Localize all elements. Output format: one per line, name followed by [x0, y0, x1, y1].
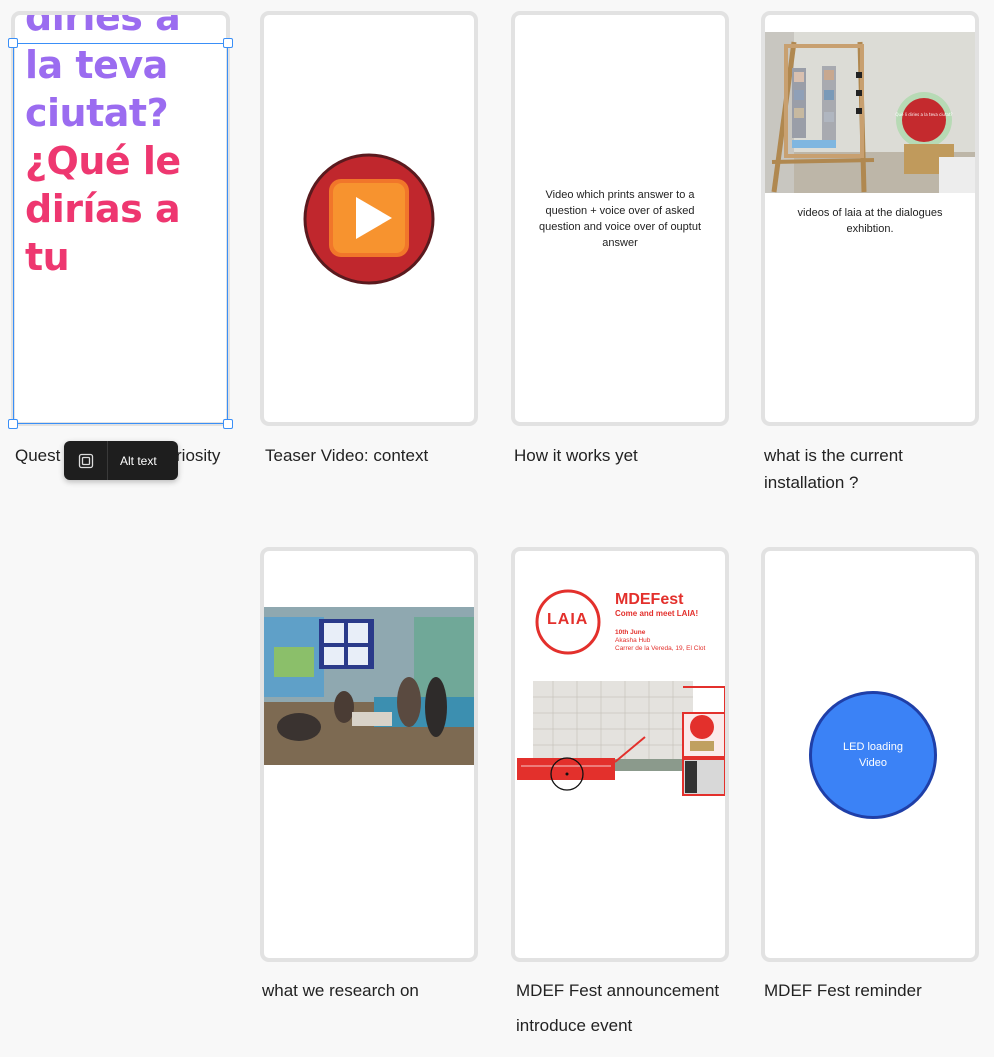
- alt-text-button[interactable]: Alt text: [108, 454, 157, 468]
- card-caption: Teaser Video: context: [265, 446, 429, 465]
- card-body-text: Video which prints answer to a question …: [538, 189, 702, 249]
- laia-logo-text: LAIA: [547, 611, 589, 628]
- event-address: Carrer de la Vereda, 19, El Clot: [615, 645, 706, 652]
- card-teaser-video[interactable]: [260, 11, 478, 426]
- poster-line: dirías a: [25, 187, 181, 231]
- resize-handle-top-left[interactable]: [8, 38, 18, 48]
- poster-line: diries a: [25, 11, 181, 39]
- resize-handle-bottom-right[interactable]: [223, 419, 233, 429]
- event-subtitle: Come and meet LAIA!: [615, 609, 699, 618]
- event-date: 10th June: [615, 629, 646, 636]
- card-how-it-works[interactable]: Video which prints answer to a question …: [511, 11, 729, 426]
- poster-text: diries a la teva ciutat? ¿Qué le dirías …: [25, 11, 225, 281]
- card-caption: Quest: [15, 446, 61, 465]
- play-button-icon: [303, 153, 435, 285]
- floating-toolbar: Alt text: [64, 441, 178, 480]
- card-caption: MDEF Fest reminder: [764, 981, 922, 1000]
- poster-line: ciutat?: [25, 91, 169, 135]
- card-body-text: videos of laia at the dialogues exhibtio…: [797, 207, 943, 235]
- card-caption: MDEF Fest announcement: [516, 981, 720, 1000]
- card-caption: installation ?: [764, 473, 859, 492]
- card-caption: How it works yet: [514, 446, 638, 465]
- resize-handle-bottom-left[interactable]: [8, 419, 18, 429]
- frame-icon-button[interactable]: [64, 441, 108, 480]
- resize-handle-top-right[interactable]: [223, 38, 233, 48]
- led-loading-circle: LED loading Video: [809, 691, 937, 819]
- card-caption: introduce event: [516, 1016, 633, 1035]
- card-caption: what is the current: [764, 446, 903, 465]
- research-photo: [264, 607, 474, 765]
- card-mdef-announcement[interactable]: LAIA MDEFest Come and meet LAIA! 10th Ju…: [511, 547, 729, 962]
- card-caption: what we research on: [262, 981, 419, 1000]
- poster-line: tu: [25, 235, 70, 279]
- card-mdef-reminder[interactable]: LED loading Video: [761, 547, 979, 962]
- card-caption: riosity: [176, 446, 221, 465]
- event-map: [517, 681, 725, 796]
- sign-text: Què li diries a la teva ciutat?: [895, 112, 952, 117]
- card-research[interactable]: [260, 547, 478, 962]
- event-title: MDEFest: [615, 591, 684, 608]
- card-current-installation[interactable]: Què li diries a la teva ciutat? videos o…: [761, 11, 979, 426]
- event-venue: Akasha Hub: [615, 637, 651, 644]
- circle-text: LED loading Video: [843, 741, 903, 769]
- card-questions-curiosity[interactable]: diries a la teva ciutat? ¿Qué le dirías …: [11, 11, 230, 426]
- installation-photo: Què li diries a la teva ciutat?: [765, 32, 975, 193]
- frame-icon: [78, 453, 93, 468]
- poster-line: ¿Qué le: [25, 139, 181, 183]
- poster-line: la teva: [25, 43, 168, 87]
